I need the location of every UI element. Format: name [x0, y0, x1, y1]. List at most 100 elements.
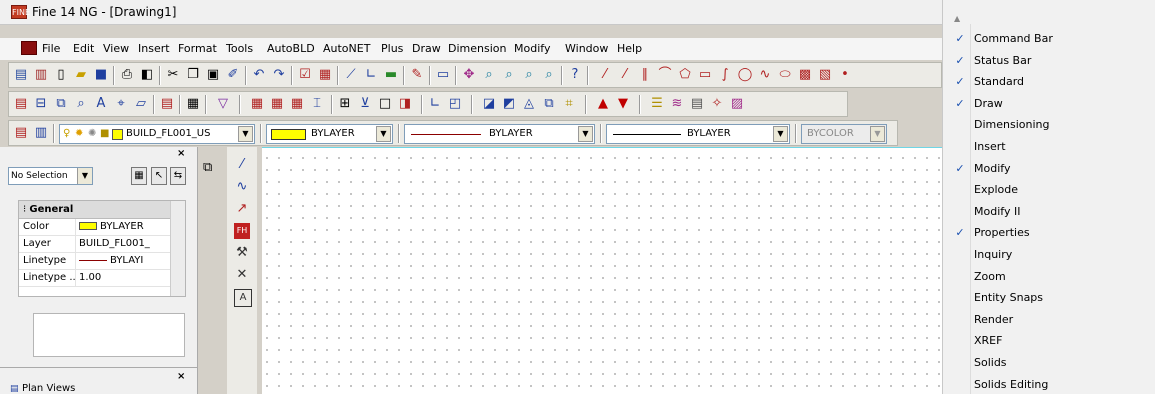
- line-icon[interactable]: ⁄: [234, 157, 250, 173]
- arrow-up-icon[interactable]: ▲: [595, 96, 611, 112]
- zoom-extents-icon[interactable]: ⌕: [541, 67, 557, 83]
- pencil-icon[interactable]: ✎: [409, 67, 425, 83]
- menu-autonet[interactable]: AutoNET: [323, 42, 370, 55]
- ortho-icon[interactable]: ⊻: [357, 96, 373, 112]
- menu-item-render[interactable]: Render: [943, 309, 1155, 331]
- close-icon[interactable]: ×: [177, 148, 185, 159]
- area-icon[interactable]: ⌖: [113, 96, 129, 112]
- menu-item-xref[interactable]: XREF: [943, 330, 1155, 352]
- arrow-down-icon[interactable]: ▼: [615, 96, 631, 112]
- menu-insert[interactable]: Insert: [138, 42, 170, 55]
- menu-format[interactable]: Format: [178, 42, 217, 55]
- block-icon[interactable]: ▩: [797, 67, 813, 83]
- monitor-icon[interactable]: ▭: [435, 67, 451, 83]
- circle-icon[interactable]: ◯: [737, 67, 753, 83]
- quick-select-icon[interactable]: ▦: [131, 167, 147, 185]
- curve-icon[interactable]: ∫: [717, 67, 733, 83]
- insert-block-icon[interactable]: ▧: [817, 67, 833, 83]
- ray-icon[interactable]: ↗: [234, 201, 250, 217]
- report-icon[interactable]: ▦: [317, 67, 333, 83]
- section-icon[interactable]: ⌶: [309, 96, 325, 112]
- block-library-icon[interactable]: ▤: [689, 96, 705, 112]
- stamp-icon[interactable]: ⚒: [234, 245, 250, 261]
- menu-item-dimensioning[interactable]: Dimensioning: [943, 114, 1155, 136]
- new-file-icon[interactable]: ▯: [53, 67, 69, 83]
- property-grid-scrollbar[interactable]: [170, 201, 185, 296]
- menu-item-entity-snaps[interactable]: Entity Snaps: [943, 287, 1155, 309]
- menu-draw[interactable]: Draw: [412, 42, 441, 55]
- rectangle-icon[interactable]: ▭: [697, 67, 713, 83]
- zoom-realtime-icon[interactable]: ⌕: [481, 67, 497, 83]
- room-icon[interactable]: ▱: [133, 96, 149, 112]
- toolbar-options-icon[interactable]: ⧉: [203, 160, 212, 175]
- filter-icon[interactable]: ▽: [215, 96, 231, 112]
- menu-modify[interactable]: Modify: [514, 42, 550, 55]
- menu-help[interactable]: Help: [617, 42, 642, 55]
- menu-item-command-bar[interactable]: ✓ Command Bar: [943, 28, 1155, 50]
- selection-dropdown[interactable]: No Selection ▼: [8, 167, 93, 185]
- open-folder-icon[interactable]: ▰: [73, 67, 89, 83]
- check-icon[interactable]: ☑: [297, 67, 313, 83]
- menu-item-properties[interactable]: ✓ Properties: [943, 222, 1155, 244]
- menu-file[interactable]: File: [42, 42, 60, 55]
- new-bld-icon[interactable]: ▤: [13, 67, 29, 83]
- properties-icon[interactable]: ▦: [185, 96, 201, 112]
- column-icon[interactable]: ⌕: [73, 96, 89, 112]
- render-icon[interactable]: ◪: [481, 96, 497, 112]
- pan-icon[interactable]: ✥: [461, 67, 477, 83]
- property-row[interactable]: Layer BUILD_FL001_: [19, 236, 185, 253]
- menu-item-solids[interactable]: Solids: [943, 352, 1155, 374]
- text-icon[interactable]: A: [234, 289, 252, 307]
- menu-item-standard[interactable]: ✓ Standard: [943, 71, 1155, 93]
- ellipse-icon[interactable]: ⬭: [777, 67, 793, 83]
- zoom-window-icon[interactable]: ⌕: [501, 67, 517, 83]
- spline-icon[interactable]: ∿: [234, 179, 250, 195]
- spline-icon[interactable]: ∿: [757, 67, 773, 83]
- scroll-up-icon[interactable]: ▲: [954, 14, 966, 26]
- fh-icon[interactable]: FH: [234, 223, 250, 239]
- paste-icon[interactable]: ▣: [205, 67, 221, 83]
- menu-item-draw[interactable]: ✓ Draw: [943, 93, 1155, 115]
- angle-icon[interactable]: ∟: [363, 67, 379, 83]
- tree-icon[interactable]: ⧉: [541, 96, 557, 112]
- hatch-icon[interactable]: ☰: [649, 96, 665, 112]
- arc-icon[interactable]: ⌒: [657, 67, 673, 83]
- menu-item-explode[interactable]: Explode: [943, 179, 1155, 201]
- copy-icon[interactable]: ❐: [185, 67, 201, 83]
- print-icon[interactable]: ⎙: [119, 67, 135, 83]
- redo-icon[interactable]: ↷: [271, 67, 287, 83]
- schedule-icon[interactable]: ▦: [289, 96, 305, 112]
- layers-icon[interactable]: ▤: [159, 96, 175, 112]
- polygon-icon[interactable]: ⬠: [677, 67, 693, 83]
- open-bld-icon[interactable]: ▥: [33, 67, 49, 83]
- shade-icon[interactable]: ◩: [501, 96, 517, 112]
- property-row[interactable]: Linetype ... 1.00: [19, 270, 185, 287]
- image-icon[interactable]: ▨: [729, 96, 745, 112]
- linetype-select[interactable]: BYLAYER ▼: [404, 124, 595, 144]
- door-icon[interactable]: ⊟: [33, 96, 49, 112]
- drawing-canvas[interactable]: [262, 147, 942, 394]
- property-row[interactable]: Linetype BYLAYI: [19, 253, 185, 270]
- wall-icon[interactable]: ▤: [13, 96, 29, 112]
- double-line-icon[interactable]: ∥: [637, 67, 653, 83]
- dimension-icon[interactable]: ⟋: [343, 67, 359, 83]
- line-icon[interactable]: ⁄: [597, 67, 613, 83]
- hide-icon[interactable]: ◬: [521, 96, 537, 112]
- tag-icon[interactable]: ⌗: [561, 96, 577, 112]
- match-properties-icon[interactable]: ✐: [225, 67, 241, 83]
- menu-window[interactable]: Window: [565, 42, 608, 55]
- lineweight-select[interactable]: BYLAYER ▼: [606, 124, 790, 144]
- section-header[interactable]: ⁝ General: [19, 201, 185, 219]
- point-icon[interactable]: •: [837, 67, 853, 83]
- gradient-icon[interactable]: ≋: [669, 96, 685, 112]
- menu-item-inquiry[interactable]: Inquiry: [943, 244, 1155, 266]
- menu-item-insert[interactable]: Insert: [943, 136, 1155, 158]
- select-objects-icon[interactable]: ↖: [151, 167, 167, 185]
- frame-icon[interactable]: □: [377, 96, 393, 112]
- layer-icon[interactable]: ▬: [383, 67, 399, 83]
- menu-item-zoom[interactable]: Zoom: [943, 266, 1155, 288]
- cut-icon[interactable]: ✂: [165, 67, 181, 83]
- view-icon[interactable]: ◨: [397, 96, 413, 112]
- print-preview-icon[interactable]: ◧: [139, 67, 155, 83]
- menu-item-solids-editing[interactable]: Solids Editing: [943, 374, 1155, 396]
